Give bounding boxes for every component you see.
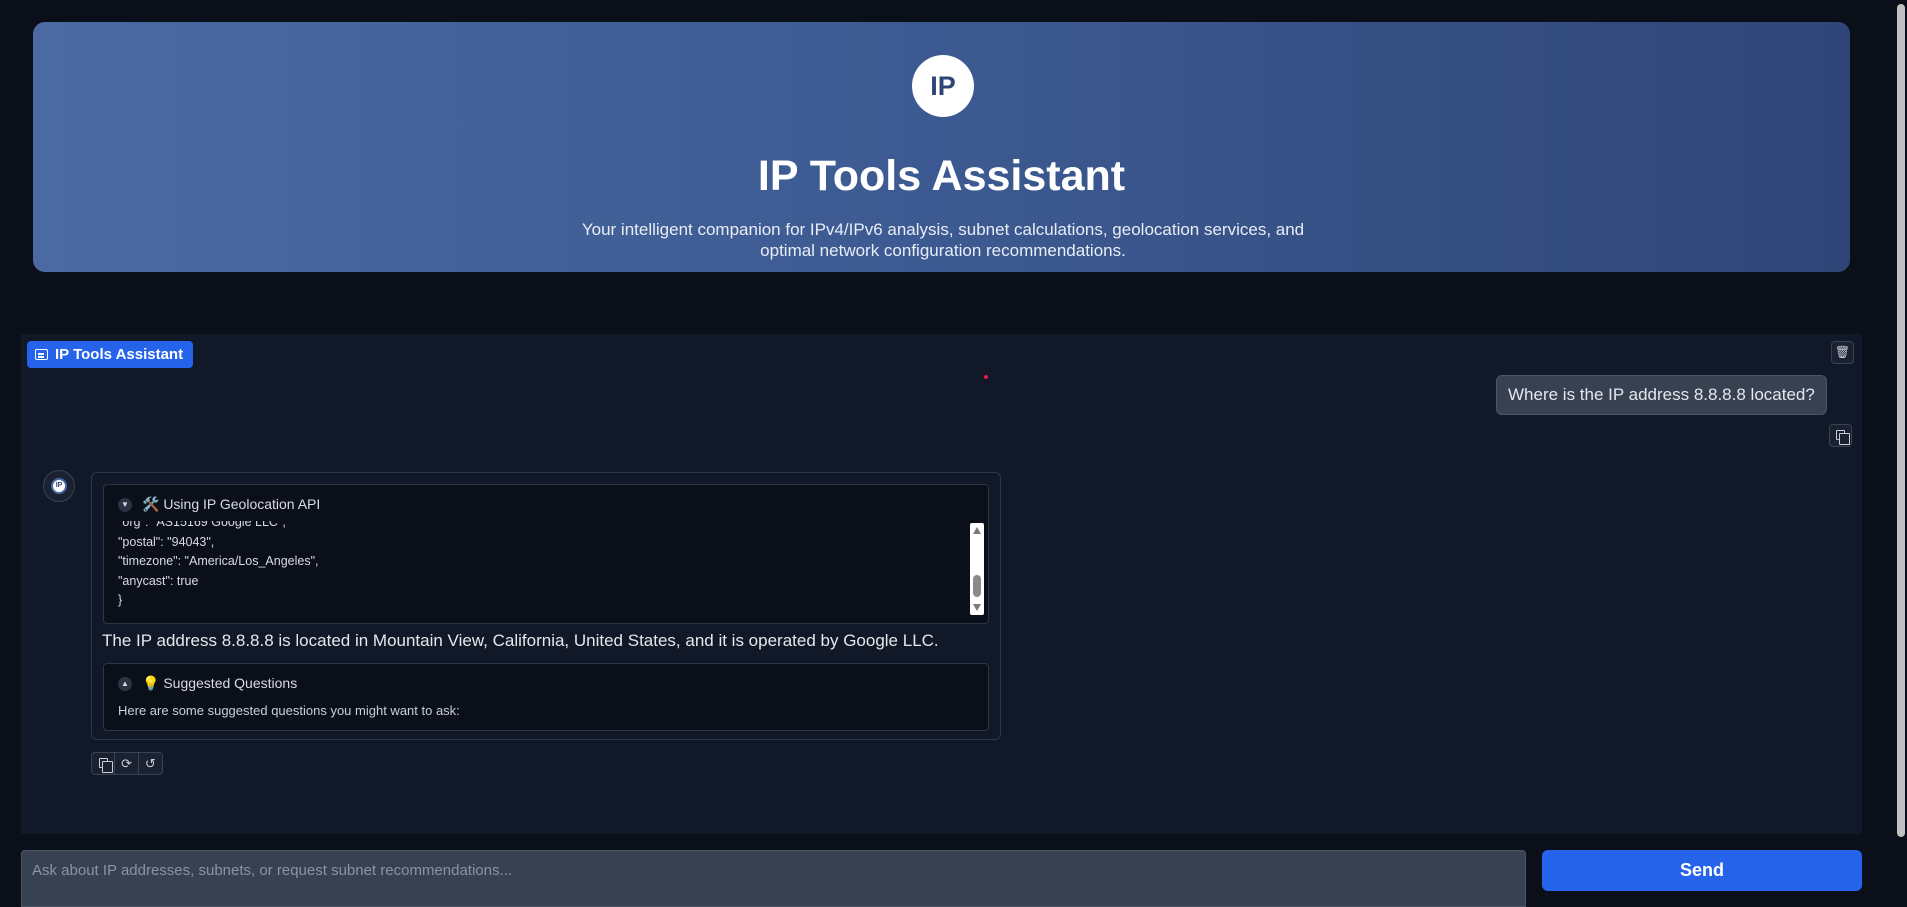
chat-panel: IP Tools Assistant 🗑 Where is the IP add… [21,334,1862,834]
tool-output-scrollbar[interactable] [970,523,984,615]
suggested-questions-title: 💡 Suggested Questions [142,675,298,691]
clear-chat-button[interactable]: 🗑 [1831,341,1854,364]
page-scroll-thumb[interactable] [1897,4,1905,837]
tool-output-line: "org": "AS15169 Google LLC", [118,521,286,529]
message-actions: ⟳ ↺ [91,752,163,775]
copy-icon [99,758,113,773]
suggested-questions-text: Here are some suggested questions you mi… [118,703,460,718]
copy-icon [1836,430,1850,445]
tool-call-title: 🛠️ Using IP Geolocation API [142,496,321,512]
send-button[interactable]: Send [1542,850,1862,891]
chat-icon [35,349,48,360]
refresh-icon: ⟳ [121,756,132,771]
bot-answer-text: The IP address 8.8.8.8 is located in Mou… [102,631,939,650]
tool-output-line: "timezone": "America/Los_Angeles", [118,554,319,568]
chevron-up-icon: ▲ [121,679,129,688]
retry-button[interactable]: ⟳ [115,753,139,774]
app-logo: IP [912,55,974,117]
collapse-tool-button[interactable]: ▼ [118,498,132,512]
scroll-thumb[interactable] [973,575,981,597]
chatbot-label-text: IP Tools Assistant [55,346,184,363]
indicator-dot [984,375,988,379]
scroll-down-arrow-icon[interactable] [973,604,981,611]
trash-icon: 🗑 [1834,345,1851,359]
user-message: Where is the IP address 8.8.8.8 located? [1496,375,1827,415]
page-subtitle: Your intelligent companion for IPv4/IPv6… [581,220,1305,260]
tool-call-accordion: ▼ 🛠️ Using IP Geolocation API "org": "AS… [103,484,989,624]
suggested-questions-accordion: ▲ 💡 Suggested Questions Here are some su… [103,663,989,731]
page-scrollbar[interactable] [1895,0,1907,907]
copy-response-button[interactable] [92,753,116,774]
bot-avatar: IP [43,470,75,502]
copy-user-message-button[interactable] [1829,424,1852,447]
page-title: IP Tools Assistant [757,152,1126,200]
tool-output-line: "postal": "94043", [118,534,215,549]
chevron-down-icon: ▼ [121,500,129,509]
tool-output-line: "anycast": true [118,573,199,588]
tool-output-line: } [118,593,123,607]
message-input[interactable] [21,850,1526,907]
hero-banner: IP IP Tools Assistant Your intelligent c… [33,22,1850,272]
bot-message: ▼ 🛠️ Using IP Geolocation API "org": "AS… [91,472,1001,740]
expand-suggestions-button[interactable]: ▲ [118,677,132,691]
chatbot-label-badge: IP Tools Assistant [27,341,194,368]
undo-button[interactable]: ↺ [139,753,162,774]
tool-output[interactable]: "org": "AS15169 Google LLC", "postal": "… [118,521,958,617]
bot-avatar-logo: IP [51,478,67,494]
undo-icon: ↺ [144,756,156,771]
scroll-up-arrow-icon[interactable] [973,527,981,534]
